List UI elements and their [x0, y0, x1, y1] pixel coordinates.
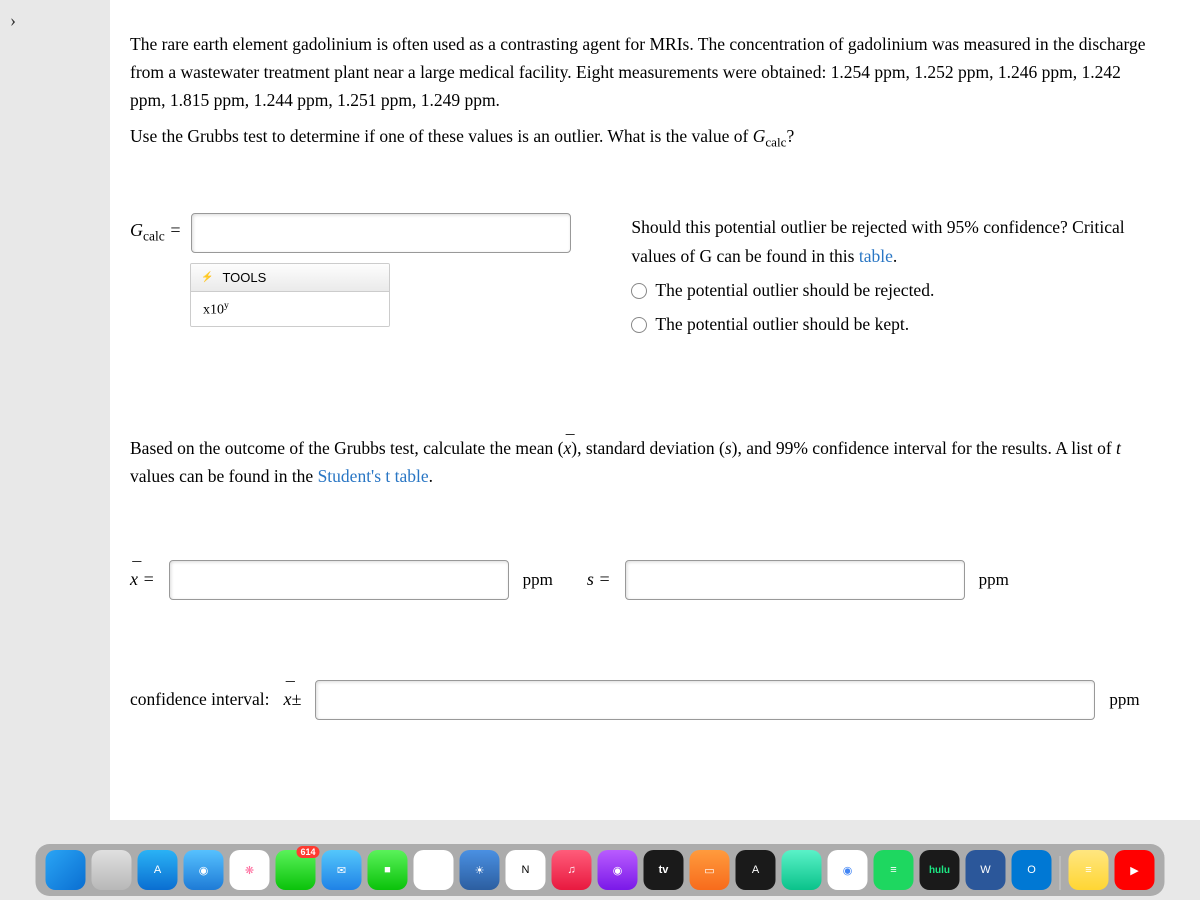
ci-unit: ppm	[1109, 690, 1139, 710]
dock-facetime[interactable]: ■	[368, 850, 408, 890]
s-s: s	[587, 569, 594, 589]
dock-youtube[interactable]: ▶	[1115, 850, 1155, 890]
radio-circle-icon	[631, 283, 647, 299]
ci-input[interactable]	[315, 680, 1095, 720]
radio-keep[interactable]: The potential outlier should be kept.	[631, 310, 1160, 340]
dock-numbers[interactable]: ▦	[414, 850, 454, 890]
problem-paragraph-1: The rare earth element gadolinium is oft…	[130, 30, 1160, 114]
dock-chrome[interactable]: ◉	[828, 850, 868, 890]
dock-translate[interactable]: A	[736, 850, 776, 890]
table-link[interactable]: table	[859, 246, 893, 266]
dock-mail[interactable]: ✉	[322, 850, 362, 890]
dock-notes[interactable]: ≡	[1069, 850, 1109, 890]
gcalc-symbol: G	[753, 126, 766, 146]
dock-word[interactable]: W	[966, 850, 1006, 890]
outlier-question: Should this potential outlier be rejecte…	[631, 213, 1160, 344]
sd-unit: ppm	[979, 570, 1009, 590]
tools-x10-text: x10	[203, 302, 224, 317]
ci-symbol: x±	[283, 689, 301, 710]
xbar-symbol: x	[563, 438, 571, 458]
dock-launchpad[interactable]	[92, 850, 132, 890]
outlier-q-text-b: can be found in this	[712, 246, 859, 266]
gcalc-subscript: calc	[765, 135, 786, 150]
xbar-equals: =	[138, 569, 155, 589]
s-equals: =	[594, 569, 611, 589]
mean-sd-row: x = ppm s = ppm	[130, 560, 1160, 600]
problem-content: The rare earth element gadolinium is oft…	[110, 0, 1200, 820]
s-label: s =	[587, 569, 611, 590]
s-symbol: s	[725, 438, 732, 458]
dock-freeform[interactable]	[782, 850, 822, 890]
gcalc-input[interactable]	[191, 213, 571, 253]
outlier-radio-group: The potential outlier should be rejected…	[631, 276, 1160, 340]
radio-circle-icon	[631, 317, 647, 333]
problem-text-fragment: Use the Grubbs test to determine if one …	[130, 126, 753, 146]
t-symbol: t	[1116, 438, 1121, 458]
dock-podcasts[interactable]: ◉	[598, 850, 638, 890]
dock-tv[interactable]: tv	[644, 850, 684, 890]
s2-text-a: Based on the outcome of the Grubbs test,…	[130, 438, 563, 458]
s2-text-c: ), and 99% confidence interval for the r…	[732, 438, 1116, 458]
gcalc-sub: calc	[143, 229, 165, 244]
confidence-interval-row: confidence interval: x± ppm	[130, 680, 1160, 720]
students-t-table-link[interactable]: Student's t table	[318, 466, 429, 486]
dock-photos[interactable]: ❋	[230, 850, 270, 890]
gcalc-g: G	[130, 220, 143, 240]
section-two-text: Based on the outcome of the Grubbs test,…	[130, 434, 1160, 490]
ci-label: confidence interval:	[130, 689, 269, 710]
tools-header[interactable]: TOOLS	[191, 264, 389, 292]
radio-reject[interactable]: The potential outlier should be rejected…	[631, 276, 1160, 306]
gcalc-input-row: Gcalc =	[130, 213, 571, 253]
dock-spotify[interactable]: ≡	[874, 850, 914, 890]
dock-books[interactable]: ▭	[690, 850, 730, 890]
dock-separator	[1060, 856, 1061, 890]
s2-text-d: values can be found in the	[130, 466, 318, 486]
tools-x10y[interactable]: x10y	[191, 292, 389, 327]
mean-input[interactable]	[169, 560, 509, 600]
s2-text-end: .	[429, 466, 433, 486]
dock-appstore[interactable]: A	[138, 850, 178, 890]
macos-dock: A◉❋614✉■▦☀N♫◉tv▭A◉≡huluWO≡▶	[36, 844, 1165, 896]
gcalc-section: Gcalc = TOOLS x10y Should this potential…	[130, 213, 1160, 344]
dock-hulu[interactable]: hulu	[920, 850, 960, 890]
problem-paragraph-2: Use the Grubbs test to determine if one …	[130, 122, 1160, 153]
radio-keep-label: The potential outlier should be kept.	[655, 310, 909, 340]
outlier-q-end: .	[893, 246, 897, 266]
sd-input[interactable]	[625, 560, 965, 600]
radio-reject-label: The potential outlier should be rejected…	[655, 276, 934, 306]
gcalc-equals: =	[165, 220, 182, 240]
dock-safari[interactable]: ◉	[184, 850, 224, 890]
dock-music[interactable]: ♫	[552, 850, 592, 890]
tools-x10-sup: y	[224, 300, 229, 311]
s2-text-b: ), standard deviation (	[571, 438, 725, 458]
dock-finder[interactable]	[46, 850, 86, 890]
tools-panel: TOOLS x10y	[190, 263, 390, 328]
dock-notion[interactable]: N	[506, 850, 546, 890]
dock-outlook[interactable]: O	[1012, 850, 1052, 890]
xbar-x: x	[130, 569, 138, 589]
question-mark: ?	[786, 126, 794, 146]
ci-xbar: x	[283, 689, 291, 709]
outlier-g-symbol: G	[699, 246, 712, 266]
dock-messages[interactable]: 614	[276, 850, 316, 890]
mean-unit: ppm	[523, 570, 553, 590]
xbar-label: x =	[130, 569, 155, 590]
dock-badge: 614	[296, 846, 319, 858]
dock-weather[interactable]: ☀	[460, 850, 500, 890]
back-chevron-icon[interactable]: ›	[10, 10, 16, 31]
gcalc-left-column: Gcalc = TOOLS x10y	[130, 213, 571, 344]
gcalc-label: Gcalc =	[130, 220, 181, 245]
section-two: Based on the outcome of the Grubbs test,…	[130, 434, 1160, 720]
